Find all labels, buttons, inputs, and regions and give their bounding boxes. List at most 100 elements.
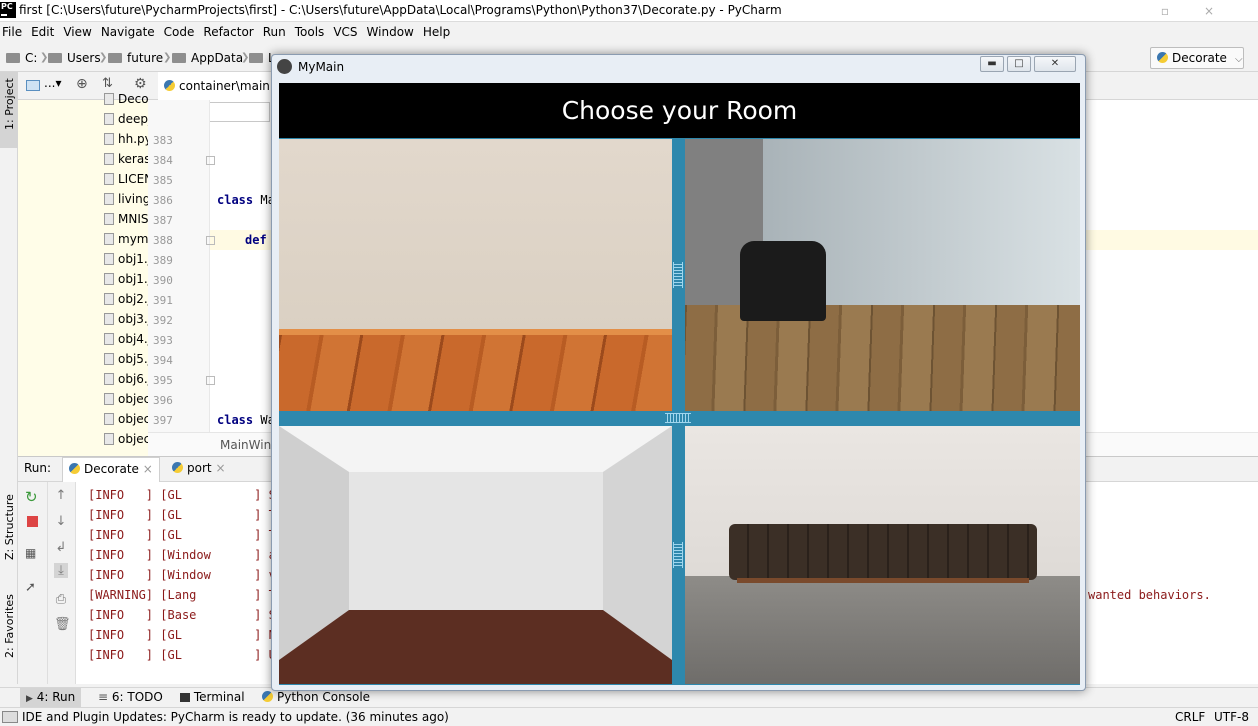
tree-item[interactable]: deep_ [104, 112, 148, 126]
editor-breadcrumb[interactable]: MainWin [220, 438, 271, 452]
menu-window[interactable]: Window [367, 22, 414, 39]
tree-item[interactable]: obj2.j [104, 292, 148, 306]
breadcrumb-drive[interactable]: C: [6, 51, 37, 65]
tree-item[interactable]: MNIS [104, 212, 148, 226]
file-icon [104, 193, 114, 205]
status-message[interactable]: IDE and Plugin Updates: PyCharm is ready… [22, 710, 449, 724]
room-option-armchair[interactable] [685, 139, 1080, 411]
menu-refactor[interactable]: Refactor [203, 22, 253, 39]
tree-item[interactable]: objec [104, 432, 148, 446]
breadcrumb-future[interactable]: future [108, 51, 163, 65]
file-icon [104, 213, 114, 225]
run-label: Run: [24, 461, 52, 475]
up-arrow-icon[interactable]: ↑ [54, 488, 68, 503]
kivy-maximize-button[interactable]: □ [1007, 56, 1031, 72]
collapse-icon[interactable]: ⇅ [102, 76, 113, 91]
soft-wrap-icon[interactable]: ↲ [54, 540, 68, 555]
menu-code[interactable]: Code [164, 22, 195, 39]
tool-tab-python-console[interactable]: Python Console [262, 690, 370, 704]
file-icon [104, 393, 114, 405]
menu-help[interactable]: Help [423, 22, 450, 39]
python-file-icon [164, 80, 175, 91]
breadcrumb-appdata[interactable]: AppData [172, 51, 243, 65]
close-tab-icon[interactable]: × [143, 462, 153, 476]
run-tab-port[interactable]: port × [172, 461, 226, 475]
menu-tools[interactable]: Tools [295, 22, 325, 39]
line-separator-indicator[interactable]: CRLF [1175, 710, 1205, 724]
close-tab-icon[interactable]: × [215, 461, 225, 475]
room-option-sofa[interactable] [685, 426, 1080, 684]
tree-item[interactable]: Decor [104, 92, 148, 106]
menu-run[interactable]: Run [263, 22, 286, 39]
print-icon[interactable]: ⎙ [54, 592, 68, 607]
file-icon [104, 353, 114, 365]
layout-icon[interactable]: ▦ [25, 546, 36, 560]
window-title: first [C:\Users\future\PycharmProjects\f… [19, 3, 782, 17]
tool-tab-run[interactable]: ▶ 4: Run [20, 688, 82, 707]
python-icon [1157, 52, 1168, 63]
pin-icon[interactable]: ➚ [25, 580, 36, 595]
tool-tab-terminal[interactable]: Terminal [180, 690, 245, 704]
tree-item[interactable]: myma [104, 232, 148, 246]
minimize-icon[interactable]: ▫ [1152, 0, 1178, 22]
status-panel-icon[interactable] [2, 711, 18, 723]
encoding-indicator[interactable]: UTF-8 [1214, 710, 1249, 724]
favorites-tool-tab[interactable]: 2: Favorites [3, 594, 16, 658]
structure-tool-tab[interactable]: Z: Structure [3, 494, 16, 560]
tree-item[interactable]: keras_ [104, 152, 148, 166]
menu-edit[interactable]: Edit [31, 22, 54, 39]
file-icon [104, 333, 114, 345]
fold-marker[interactable] [206, 156, 215, 165]
log-line: [INFO ] [Base ] St [88, 608, 283, 622]
rerun-icon[interactable]: ↻ [25, 488, 38, 506]
tool-tab-todo[interactable]: ≡ 6: TODO [98, 690, 163, 704]
run-configuration-select[interactable]: Decorate ⌵ [1150, 47, 1244, 69]
room-option-empty-white[interactable] [279, 426, 672, 684]
file-icon [104, 313, 114, 325]
breadcrumb-users[interactable]: Users [48, 51, 101, 65]
sofa [729, 524, 1037, 580]
run-tab-decorate[interactable]: Decorate × [62, 457, 160, 482]
tree-item[interactable]: obj5.j [104, 352, 148, 366]
file-icon [104, 273, 114, 285]
tree-item[interactable]: obj3.j [104, 312, 148, 326]
down-arrow-icon[interactable]: ↓ [54, 514, 68, 529]
project-view-icon[interactable] [26, 80, 40, 91]
file-icon [104, 173, 114, 185]
fold-marker[interactable] [206, 376, 215, 385]
stop-icon[interactable] [27, 516, 38, 527]
room-chooser-heading: Choose your Room [279, 83, 1080, 138]
log-line: [WARNING] [Lang ] Th [88, 588, 283, 602]
tree-item[interactable]: hh.py [104, 132, 148, 146]
project-view-dropdown[interactable]: ...▾ [44, 76, 61, 90]
tree-item[interactable]: obj1.j [104, 252, 148, 266]
fold-marker[interactable] [206, 236, 215, 245]
tree-item[interactable]: obj6.j [104, 372, 148, 386]
project-tool-tab[interactable]: 1: Project [3, 78, 16, 130]
kivy-minimize-button[interactable]: ▬ [980, 56, 1004, 72]
tree-item[interactable]: obj1.j [104, 272, 148, 286]
menu-navigate[interactable]: Navigate [101, 22, 155, 39]
pycharm-app-icon: PC [0, 2, 16, 18]
scroll-to-end-icon[interactable]: ⤓ [54, 563, 68, 578]
horizontal-splitter-handle[interactable] [665, 413, 691, 423]
menu-file[interactable]: File [2, 22, 22, 39]
menu-vcs[interactable]: VCS [333, 22, 357, 39]
tree-item[interactable]: objec [104, 392, 148, 406]
code-line-def: def [245, 233, 267, 247]
tree-item[interactable]: objec [104, 412, 148, 426]
vertical-splitter-handle[interactable] [673, 262, 683, 288]
trash-icon[interactable]: 🗑 [54, 617, 71, 632]
wood-floor [279, 335, 672, 411]
tree-item[interactable]: living_ [104, 192, 148, 206]
locate-icon[interactable]: ⊕ [76, 76, 88, 92]
close-icon[interactable]: × [1196, 0, 1222, 22]
breadcrumb-separator: ❯ [99, 52, 108, 63]
tree-item[interactable]: LICEN [104, 172, 148, 186]
vertical-splitter-handle[interactable] [673, 542, 683, 568]
line-number: 395 [153, 374, 173, 387]
kivy-close-button[interactable]: ✕ [1034, 56, 1076, 72]
gear-icon[interactable]: ⚙ [134, 76, 147, 92]
menu-view[interactable]: View [63, 22, 91, 39]
room-option-wood-floor[interactable] [279, 139, 672, 411]
